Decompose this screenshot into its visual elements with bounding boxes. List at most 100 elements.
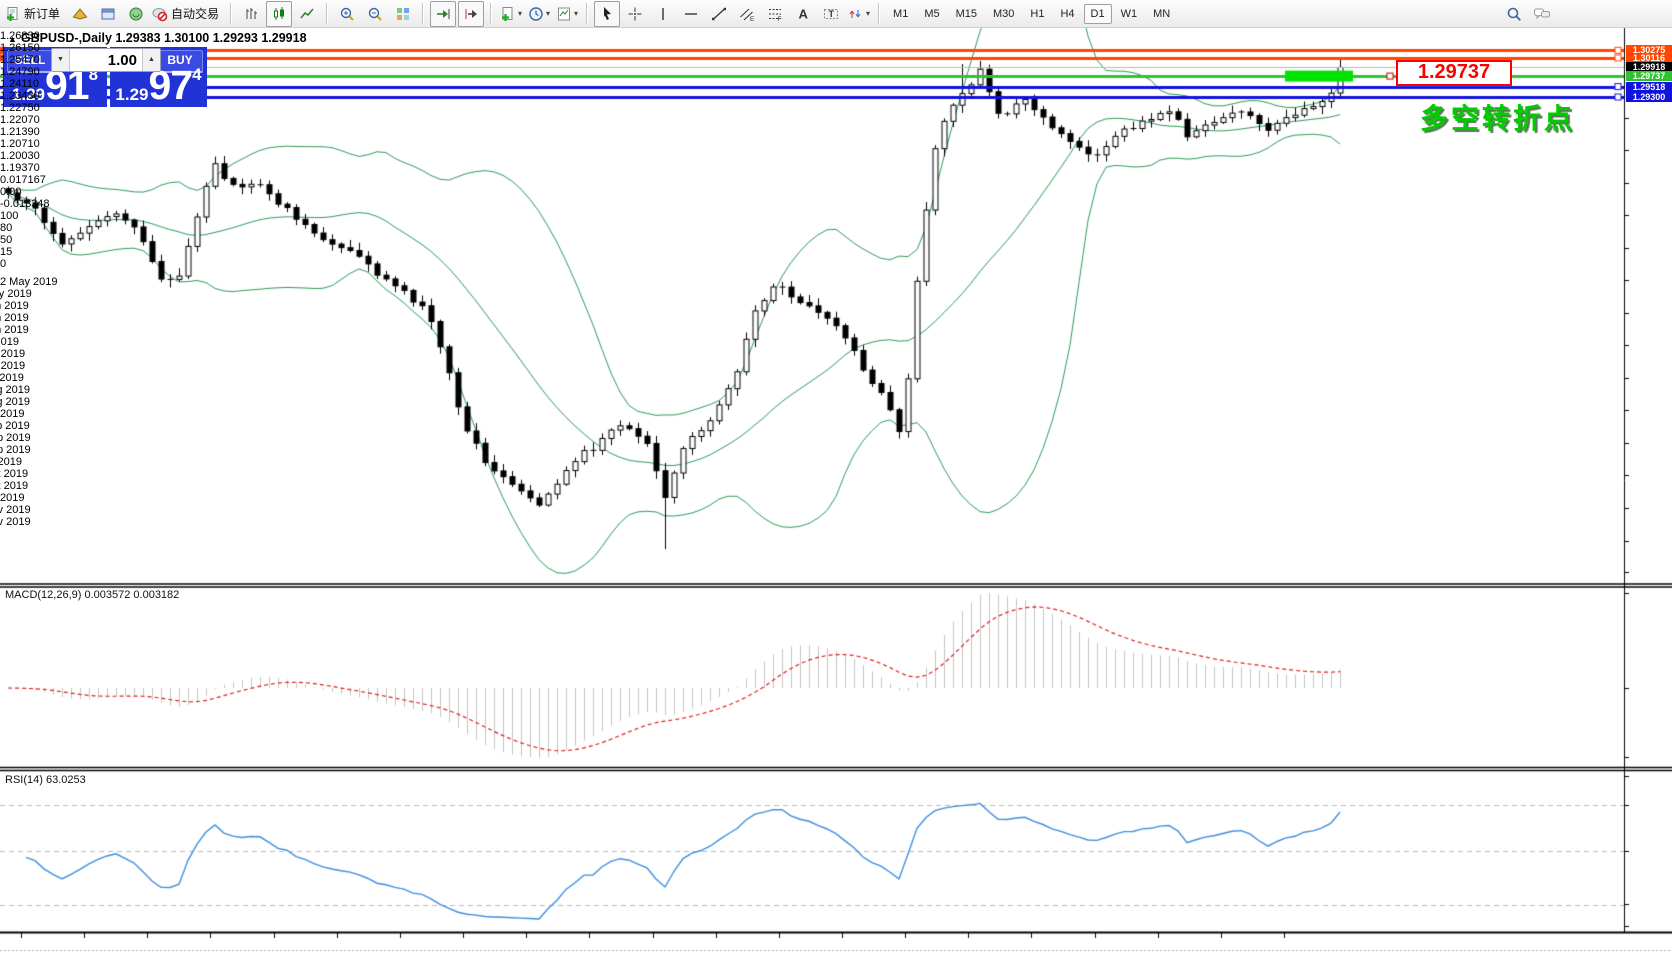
trendline-button[interactable] <box>706 1 732 27</box>
toolbar-separator <box>326 3 328 25</box>
toolbar-separator <box>490 3 492 25</box>
date-axis-label: 19 Jun 2019 <box>0 312 32 324</box>
date-axis-label: 8 Jul 2019 <box>0 336 32 348</box>
equidistant-channel-button[interactable]: E <box>734 1 760 27</box>
vertical-line-button[interactable] <box>650 1 676 27</box>
date-axis-label: 30 Sep 2019 <box>0 444 32 456</box>
timeframe-m15[interactable]: M15 <box>949 4 984 24</box>
new-order-button[interactable]: 新订单 <box>4 1 65 27</box>
volume-decrease-button[interactable]: ▼ <box>52 49 70 71</box>
bar-chart-icon <box>243 6 259 22</box>
price-tag: 1.29518 <box>1626 82 1672 92</box>
templates-button[interactable]: ▾ <box>554 1 580 27</box>
chat-icon <box>1533 6 1551 22</box>
timeframe-d1[interactable]: D1 <box>1084 4 1112 24</box>
price-annotation-box[interactable]: 1.29737 <box>1396 60 1512 86</box>
timeframe-h4[interactable]: H4 <box>1053 4 1081 24</box>
svg-text:E: E <box>750 16 755 22</box>
timeframe-mn[interactable]: MN <box>1146 4 1177 24</box>
date-axis-label: 2 May 2019 <box>0 276 64 288</box>
text-label-icon: T <box>823 6 839 22</box>
date-axis-label: 14 Aug 2019 <box>0 384 32 396</box>
periods-button[interactable]: ▾ <box>526 1 552 27</box>
macd-axis-tick: 0.00 <box>0 186 64 198</box>
cursor-icon <box>599 6 615 22</box>
volume-increase-button[interactable]: ▲ <box>142 49 160 71</box>
navigator-button[interactable] <box>95 1 121 27</box>
horizontal-line-icon <box>683 6 699 22</box>
auto-scroll-button[interactable] <box>430 1 456 27</box>
new-order-label: 新订单 <box>24 5 60 22</box>
autotrading-label: 自动交易 <box>171 5 219 22</box>
horizontal-line-button[interactable] <box>678 1 704 27</box>
date-axis-label: 26 Jul 2019 <box>0 360 32 372</box>
date-axis-label: 28 Jun 2019 <box>0 324 32 336</box>
date-axis-label: 11 Sep 2019 <box>0 420 32 432</box>
search-button[interactable] <box>1501 1 1527 27</box>
buy-price-pip: 4 <box>192 66 201 83</box>
chevron-down-icon: ▾ <box>866 9 870 18</box>
fibonacci-button[interactable]: F <box>762 1 788 27</box>
text-button[interactable]: A <box>790 1 816 27</box>
bar-chart-button[interactable] <box>238 1 264 27</box>
rsi-axis-tick: 0 <box>0 258 64 270</box>
arrows-button[interactable]: ▾ <box>846 1 872 27</box>
price-tag: 1.29737 <box>1626 71 1672 81</box>
price-axis-tick: 1.24110 <box>0 78 64 90</box>
toolbar-separator <box>878 3 880 25</box>
date-axis-label: 25 Nov 2019 <box>0 516 32 528</box>
terminal-icon <box>128 6 144 22</box>
timeframe-h1[interactable]: H1 <box>1023 4 1051 24</box>
chinese-annotation[interactable]: 多空转折点 <box>1420 97 1575 137</box>
autotrading-button[interactable]: 自动交易 <box>151 1 224 27</box>
fibonacci-icon: F <box>767 6 783 22</box>
crosshair-icon <box>627 6 643 22</box>
chart-shift-icon <box>463 6 479 22</box>
volume-stepper[interactable]: ▼ 1.00 ▲ <box>51 48 161 72</box>
tile-windows-button[interactable] <box>390 1 416 27</box>
text-icon: A <box>795 6 811 22</box>
volume-value[interactable]: 1.00 <box>70 49 142 71</box>
clock-icon <box>528 6 544 22</box>
date-axis-label: 23 Aug 2019 <box>0 396 32 408</box>
new-order-icon <box>5 6 21 22</box>
chart-shift-button[interactable] <box>458 1 484 27</box>
candlestick-chart-button[interactable] <box>266 1 292 27</box>
price-axis-tick: 1.22070 <box>0 114 64 126</box>
text-label-button[interactable]: T <box>818 1 844 27</box>
zoom-in-button[interactable] <box>334 1 360 27</box>
crosshair-button[interactable] <box>622 1 648 27</box>
macd-indicator-label: MACD(12,26,9) 0.003572 0.003182 <box>5 589 179 601</box>
price-axis-tick: 1.21390 <box>0 126 64 138</box>
equidistant-channel-icon: E <box>739 6 755 22</box>
date-axis-label: 17 Jul 2019 <box>0 348 32 360</box>
autotrading-icon <box>152 6 168 22</box>
trendline-icon <box>711 6 727 22</box>
line-chart-button[interactable] <box>294 1 320 27</box>
date-axis-label: 31 May 2019 <box>0 288 32 300</box>
rsi-axis-tick: 100 <box>0 210 64 222</box>
timeframe-w1[interactable]: W1 <box>1114 4 1145 24</box>
market-watch-button[interactable] <box>67 1 93 27</box>
svg-text:T: T <box>829 9 835 19</box>
price-axis-tick: 1.26830 <box>0 30 64 42</box>
zoom-in-icon <box>339 6 355 22</box>
timeframe-m5[interactable]: M5 <box>917 4 946 24</box>
arrows-icon <box>848 6 864 22</box>
date-axis-label: 18 Oct 2019 <box>0 468 32 480</box>
indicators-button[interactable]: ▾ <box>498 1 524 27</box>
navigator-icon <box>100 6 116 22</box>
chat-button[interactable] <box>1529 1 1555 27</box>
date-axis-label: 2 Sep 2019 <box>0 408 32 420</box>
chevron-down-icon: ▾ <box>518 9 522 18</box>
svg-text:A: A <box>799 6 809 21</box>
price-axis-tick: 1.20030 <box>0 150 64 162</box>
timeframe-m30[interactable]: M30 <box>986 4 1021 24</box>
terminal-button[interactable] <box>123 1 149 27</box>
cursor-button[interactable] <box>594 1 620 27</box>
zoom-out-button[interactable] <box>362 1 388 27</box>
toolbar-separator <box>586 3 588 25</box>
timeframe-m1[interactable]: M1 <box>886 4 915 24</box>
toolbar-separator <box>422 3 424 25</box>
price-axis-tick: 1.22750 <box>0 102 64 114</box>
